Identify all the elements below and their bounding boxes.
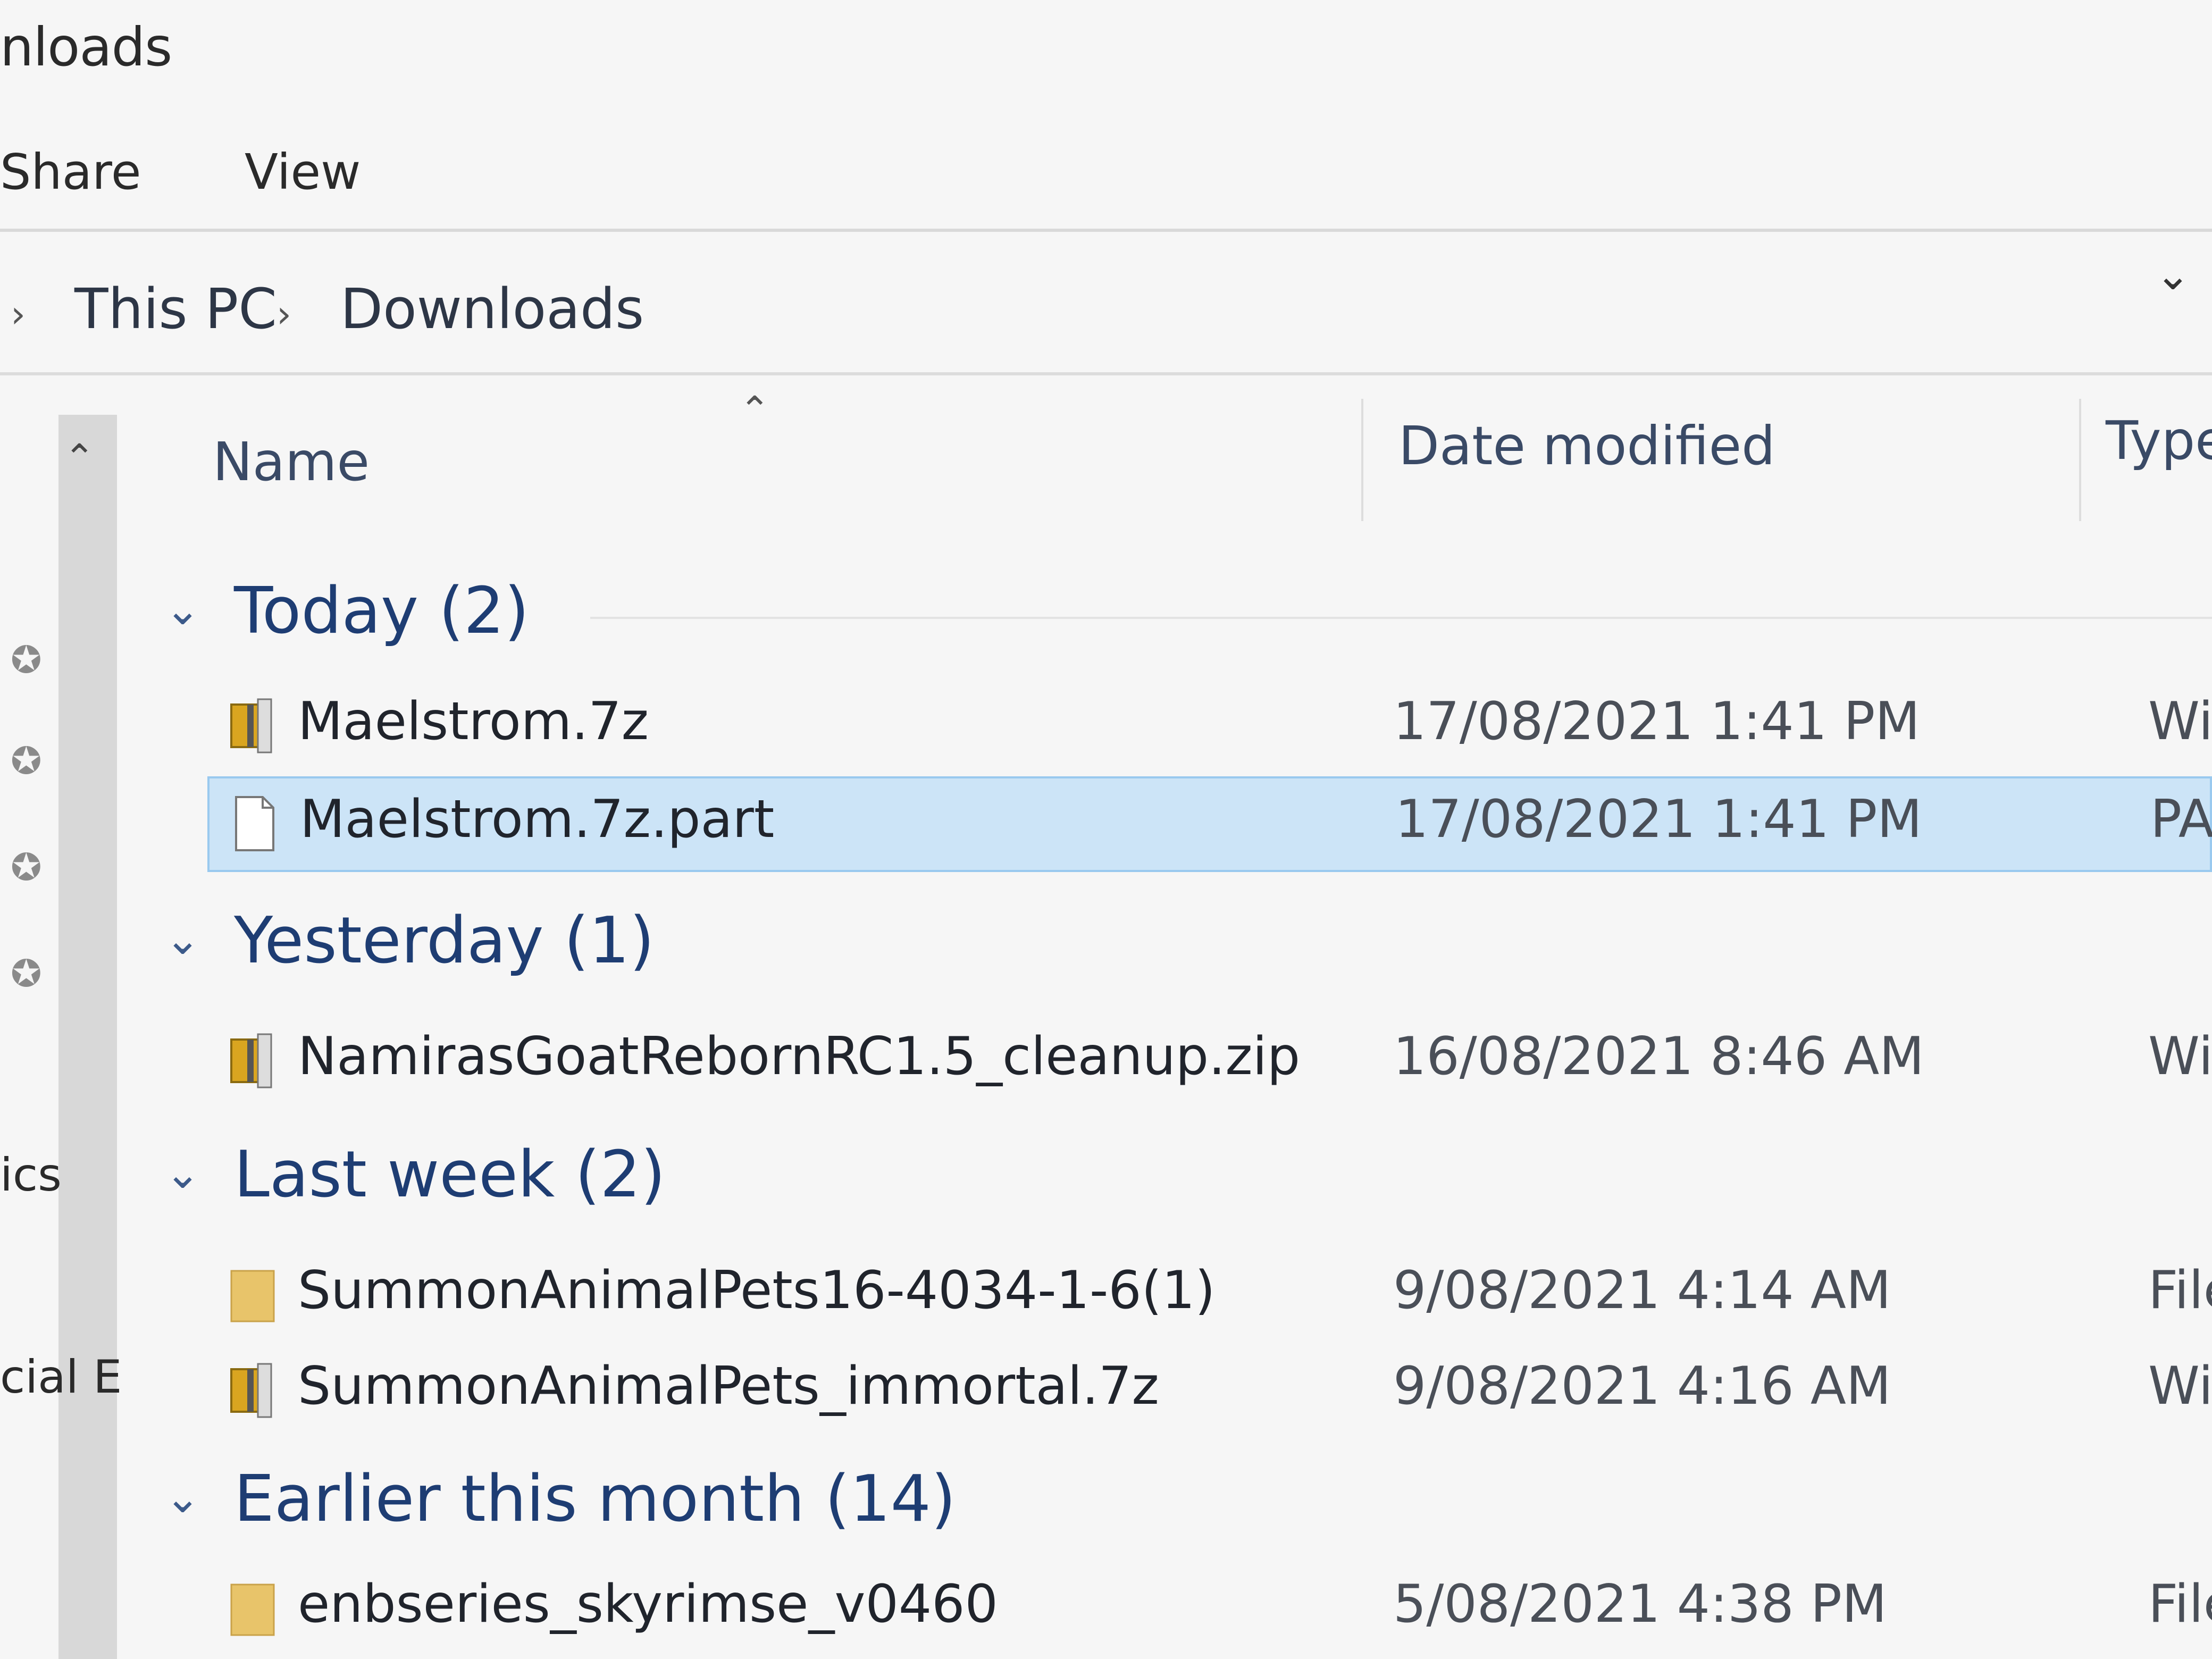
group-header-last-week[interactable]: ⌄ Last week (2) (154, 1138, 2212, 1212)
pin-icon: ✪ (11, 845, 42, 889)
address-bar[interactable]: › This PC › Downloads ⌄ (0, 250, 2212, 367)
file-explorer-window: nloads Share View › This PC › Downloads … (0, 0, 2212, 1659)
window-title: nloads (0, 16, 172, 78)
file-type: WinZi (2148, 1356, 2212, 1417)
chevron-right-icon[interactable]: › (276, 292, 291, 336)
file-type: File fo (2148, 1574, 2212, 1635)
sort-ascending-icon: ⌃ (739, 388, 770, 432)
file-date: 16/08/2021 8:46 AM (1393, 1026, 1924, 1087)
breadcrumb-downloads[interactable]: Downloads (340, 276, 644, 341)
group-label: Today (2) (234, 574, 530, 648)
nav-item-pics[interactable]: ics (0, 1149, 62, 1202)
navigation-pane: ⌃ ✪ ✪ ✪ ✪ ics cial E (0, 415, 144, 1659)
file-type: WinZ (2148, 1026, 2212, 1087)
file-row-selected[interactable]: Maelstrom.7z.part 17/08/2021 1:41 PM PAR… (207, 776, 2212, 872)
file-row[interactable]: Maelstrom.7z 17/08/2021 1:41 PM WinZ (207, 681, 2212, 776)
ribbon-divider (0, 229, 2212, 232)
file-type: File fo (2148, 1260, 2212, 1321)
chevron-down-icon[interactable]: ⌄ (2155, 250, 2191, 299)
folder-icon (230, 1270, 275, 1322)
chevron-down-icon[interactable]: ⌄ (165, 1149, 200, 1198)
file-name: Maelstrom.7z.part (300, 789, 775, 850)
archive-icon (230, 1363, 272, 1418)
ribbon: Share View (0, 122, 2212, 207)
group-header-yesterday[interactable]: ⌄ Yesterday (1) (154, 904, 2212, 978)
chevron-down-icon[interactable]: ⌄ (165, 915, 200, 964)
file-date: 17/08/2021 1:41 PM (1395, 789, 1922, 850)
file-date: 17/08/2021 1:41 PM (1393, 691, 1920, 752)
nav-item-special[interactable]: cial E (0, 1351, 122, 1404)
nav-scrollbar[interactable] (58, 415, 117, 1659)
file-date: 9/08/2021 4:16 AM (1393, 1356, 1891, 1417)
file-row[interactable]: SummonAnimalPets_immortal.7z 9/08/2021 4… (207, 1345, 2212, 1441)
group-label: Yesterday (1) (234, 904, 655, 978)
archive-icon (230, 1033, 272, 1088)
ribbon-tab-share[interactable]: Share (0, 144, 141, 200)
ribbon-tab-view[interactable]: View (245, 144, 361, 200)
file-name: SummonAnimalPets16-4034-1-6(1) (298, 1260, 1216, 1321)
column-header-type[interactable]: Type (2106, 409, 2212, 472)
chevron-right-icon[interactable]: › (11, 292, 26, 336)
file-row[interactable]: SummonAnimalPets16-4034-1-6(1) 9/08/2021… (207, 1250, 2212, 1345)
file-row[interactable]: NamirasGoatRebornRC1.5_cleanup.zip 16/08… (207, 1016, 2212, 1111)
file-name: SummonAnimalPets_immortal.7z (298, 1356, 1159, 1417)
group-header-today[interactable]: ⌄ Today (2) (154, 574, 2212, 649)
column-separator[interactable] (1361, 399, 1363, 521)
file-row[interactable]: enbseries_skyrimse_v0460 5/08/2021 4:38 … (207, 1563, 2212, 1659)
file-name: enbseries_skyrimse_v0460 (298, 1574, 998, 1635)
pin-icon: ✪ (11, 638, 42, 682)
folder-icon (230, 1583, 275, 1636)
group-label: Earlier this month (14) (234, 1462, 956, 1536)
file-name: Maelstrom.7z (298, 691, 649, 752)
column-header-name[interactable]: Name (213, 431, 370, 493)
chevron-down-icon[interactable]: ⌄ (165, 1473, 200, 1522)
archive-icon (230, 698, 272, 753)
group-divider (590, 617, 2212, 619)
file-date: 5/08/2021 4:38 PM (1393, 1574, 1887, 1635)
file-date: 9/08/2021 4:14 AM (1393, 1260, 1891, 1321)
group-header-earlier-this-month[interactable]: ⌄ Earlier this month (14) (154, 1462, 2212, 1537)
pin-icon: ✪ (11, 952, 42, 995)
file-name: NamirasGoatRebornRC1.5_cleanup.zip (298, 1026, 1301, 1087)
column-separator[interactable] (2079, 399, 2081, 521)
file-list: ⌃ Name Date modified Type ⌄ Today (2) Ma… (154, 383, 2212, 1659)
scroll-up-icon[interactable]: ⌃ (64, 436, 95, 480)
address-divider (0, 372, 2212, 375)
file-type: PART (2150, 789, 2212, 850)
blank-file-icon (235, 796, 274, 851)
file-type: WinZ (2148, 691, 2212, 752)
pin-icon: ✪ (11, 739, 42, 783)
chevron-down-icon[interactable]: ⌄ (165, 585, 200, 634)
breadcrumb-this-pc[interactable]: This PC (74, 276, 277, 341)
column-header-date-modified[interactable]: Date modified (1398, 415, 1775, 477)
group-label: Last week (2) (234, 1138, 666, 1212)
